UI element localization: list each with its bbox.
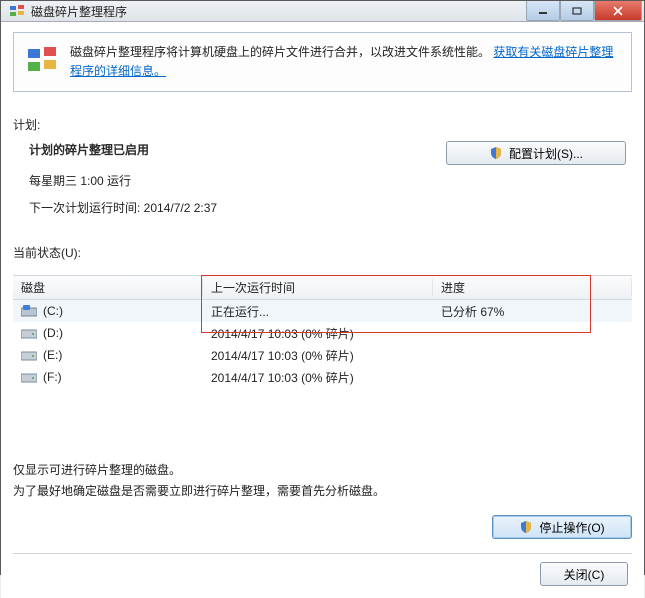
info-text: 磁盘碎片整理程序将计算机硬盘上的碎片文件进行合并，以改进文件系统性能。 获取有关…: [70, 43, 619, 81]
progress-value: 已分析 67%: [433, 303, 632, 320]
action-row: 停止操作(O): [13, 515, 632, 539]
titlebar: 磁盘碎片整理程序: [1, 1, 644, 22]
configure-schedule-label: 配置计划(S)...: [509, 145, 583, 162]
shield-icon: [489, 146, 503, 160]
info-description: 磁盘碎片整理程序将计算机硬盘上的碎片文件进行合并，以改进文件系统性能。: [70, 45, 490, 59]
stop-button[interactable]: 停止操作(O): [492, 515, 632, 539]
column-progress[interactable]: 进度: [433, 279, 632, 296]
status-label: 当前状态(U):: [13, 244, 632, 261]
close-button[interactable]: 关闭(C): [540, 562, 628, 586]
footer-note: 仅显示可进行碎片整理的磁盘。 为了最好地确定磁盘是否需要立即进行碎片整理，需要首…: [13, 460, 632, 501]
stop-button-label: 停止操作(O): [539, 519, 604, 536]
schedule-run-every: 每星期三 1:00 运行: [29, 172, 446, 189]
table-header: 磁盘 上一次运行时间 进度: [13, 276, 632, 300]
drive-c-icon: [21, 305, 37, 317]
drive-icon: [21, 371, 37, 383]
last-run-value: 2014/4/17 10:03 (0% 碎片): [203, 347, 433, 364]
schedule-info: 计划的碎片整理已启用 每星期三 1:00 运行 下一次计划运行时间: 2014/…: [19, 141, 446, 226]
app-icon: [9, 3, 25, 19]
disk-name: (F:): [43, 370, 62, 384]
table-row[interactable]: (E:) 2014/4/17 10:03 (0% 碎片): [13, 344, 632, 366]
last-run-value: 2014/4/17 10:03 (0% 碎片): [203, 325, 433, 342]
maximize-button[interactable]: [560, 1, 594, 21]
table-row[interactable]: (F:) 2014/4/17 10:03 (0% 碎片): [13, 366, 632, 388]
last-run-value: 2014/4/17 10:03 (0% 碎片): [203, 369, 433, 386]
defrag-window: 磁盘碎片整理程序 磁盘碎片整理程序: [0, 0, 645, 575]
window-buttons: [526, 1, 642, 21]
minimize-button[interactable]: [526, 1, 560, 21]
disk-table: 磁盘 上一次运行时间 进度 (C:) 正在运行...: [13, 275, 632, 450]
content-area: 磁盘碎片整理程序将计算机硬盘上的碎片文件进行合并，以改进文件系统性能。 获取有关…: [1, 22, 644, 598]
schedule-enabled-title: 计划的碎片整理已启用: [29, 141, 446, 158]
column-last-run[interactable]: 上一次运行时间: [203, 279, 433, 296]
schedule-next-run: 下一次计划运行时间: 2014/7/2 2:37: [29, 199, 446, 216]
close-row: 关闭(C): [13, 553, 632, 586]
note-line-1: 仅显示可进行碎片整理的磁盘。: [13, 460, 632, 480]
window-title: 磁盘碎片整理程序: [31, 3, 526, 20]
close-button-label: 关闭(C): [564, 566, 605, 583]
disk-name: (C:): [43, 304, 63, 318]
table-row[interactable]: (D:) 2014/4/17 10:03 (0% 碎片): [13, 322, 632, 344]
info-box: 磁盘碎片整理程序将计算机硬盘上的碎片文件进行合并，以改进文件系统性能。 获取有关…: [13, 32, 632, 92]
drive-icon: [21, 349, 37, 361]
shield-icon: [519, 520, 533, 534]
column-disk[interactable]: 磁盘: [13, 279, 203, 296]
table-body: (C:) 正在运行... 已分析 67% (D:) 2014/4/17 10:0…: [13, 300, 632, 450]
disk-name: (E:): [43, 348, 62, 362]
defrag-icon: [26, 43, 60, 77]
last-run-value: 正在运行...: [203, 303, 433, 320]
configure-schedule-button[interactable]: 配置计划(S)...: [446, 141, 626, 165]
disk-name: (D:): [43, 326, 63, 340]
close-window-button[interactable]: [594, 1, 642, 21]
table-row[interactable]: (C:) 正在运行... 已分析 67%: [13, 300, 632, 322]
schedule-label: 计划:: [13, 116, 632, 133]
schedule-area: 计划的碎片整理已启用 每星期三 1:00 运行 下一次计划运行时间: 2014/…: [13, 141, 632, 226]
note-line-2: 为了最好地确定磁盘是否需要立即进行碎片整理，需要首先分析磁盘。: [13, 481, 632, 501]
drive-icon: [21, 327, 37, 339]
